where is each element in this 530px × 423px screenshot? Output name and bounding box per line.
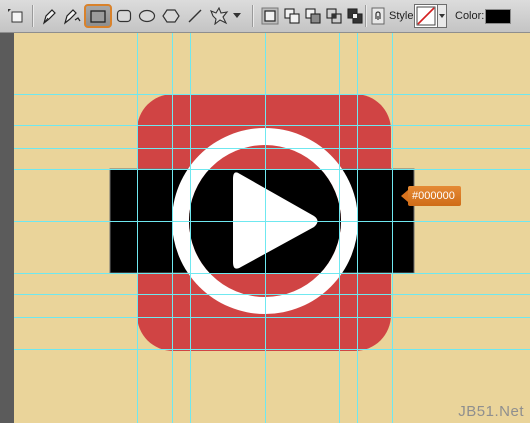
intersect-shape-icon[interactable] (324, 6, 344, 26)
color-tooltip-text: #000000 (408, 186, 461, 206)
polygon-tool-icon[interactable] (160, 6, 182, 26)
color-swatch[interactable] (485, 9, 511, 24)
add-to-shape-icon[interactable] (282, 6, 302, 26)
document-canvas[interactable]: #000000 (14, 33, 530, 423)
color-tooltip: #000000 (401, 186, 461, 206)
guide-horizontal[interactable] (14, 94, 530, 95)
style-label: Style: (389, 10, 417, 22)
ellipse-tool-icon[interactable] (136, 6, 158, 26)
new-layer-icon[interactable] (259, 6, 281, 26)
rect-marquee-icon[interactable] (2, 6, 28, 26)
guide-horizontal[interactable] (14, 349, 530, 350)
guide-horizontal[interactable] (14, 221, 530, 222)
guide-vertical[interactable] (392, 33, 393, 423)
line-tool-icon[interactable] (184, 6, 206, 26)
watermark: JB51.Net (458, 403, 524, 420)
guide-vertical[interactable] (357, 33, 358, 423)
rectangle-tool-button[interactable] (84, 4, 112, 28)
chevron-down-icon (439, 13, 445, 18)
color-label: Color: (455, 10, 485, 22)
shape-picker-chevron-down-icon[interactable] (232, 6, 242, 26)
rounded-rectangle-tool-icon[interactable] (114, 6, 134, 26)
freeform-pen-icon[interactable] (61, 6, 83, 26)
artwork (109, 94, 415, 351)
exclude-overlap-icon[interactable] (345, 6, 365, 26)
link-layer-style-icon[interactable] (369, 6, 387, 26)
rectangle-tool-icon (90, 9, 106, 23)
tooltip-pointer (401, 190, 408, 202)
guide-horizontal[interactable] (14, 294, 530, 295)
guide-vertical[interactable] (339, 33, 340, 423)
guide-horizontal[interactable] (14, 273, 530, 274)
no-style-icon (416, 6, 436, 26)
guide-vertical[interactable] (137, 33, 138, 423)
style-swatch[interactable] (414, 4, 438, 28)
guide-vertical[interactable] (265, 33, 266, 423)
guide-vertical[interactable] (172, 33, 173, 423)
guide-horizontal[interactable] (14, 125, 530, 126)
pen-icon[interactable] (39, 6, 59, 26)
subtract-from-shape-icon[interactable] (303, 6, 323, 26)
guide-horizontal[interactable] (14, 317, 530, 318)
style-dropdown-button[interactable] (438, 4, 447, 28)
guide-vertical[interactable] (190, 33, 191, 423)
guide-horizontal[interactable] (14, 169, 530, 170)
toolbar-separator (32, 5, 34, 27)
options-bar: Style: Color: (0, 0, 530, 33)
toolbar-separator (252, 5, 254, 27)
toolbar-separator (365, 5, 367, 27)
custom-shape-tool-icon[interactable] (207, 6, 231, 26)
guide-horizontal[interactable] (14, 148, 530, 149)
